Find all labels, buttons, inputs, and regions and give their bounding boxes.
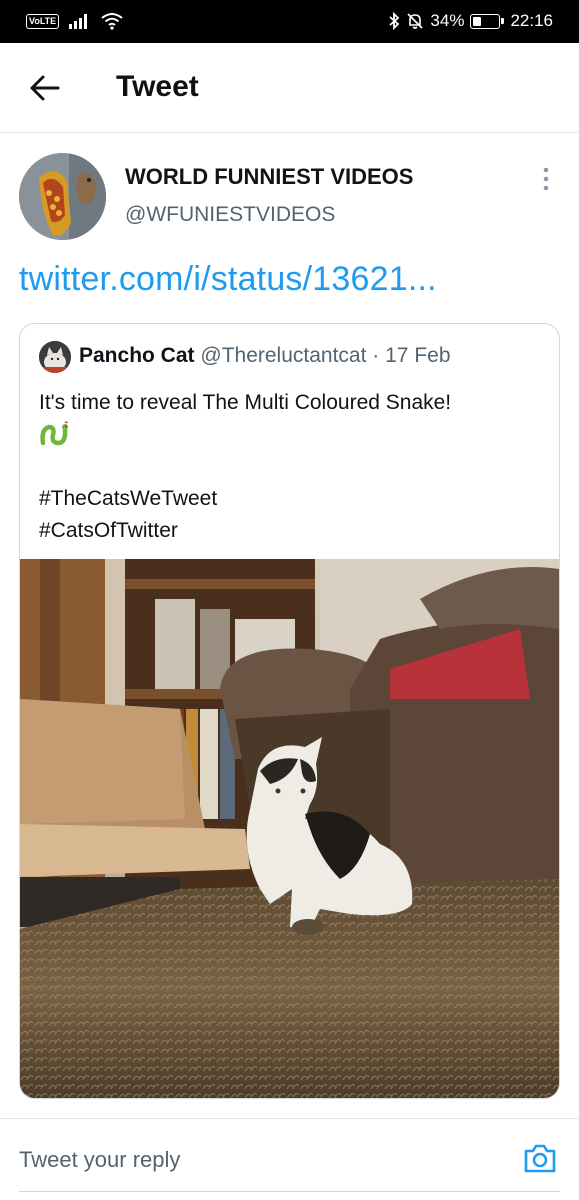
battery-level [473, 16, 482, 26]
tweet-status-link[interactable]: twitter.com/i/status/13621... [19, 260, 437, 299]
tweet-video[interactable] [20, 559, 559, 1098]
app-header: Tweet [0, 43, 579, 133]
signal-icon [69, 14, 88, 29]
reply-input[interactable]: Tweet your reply [19, 1147, 180, 1173]
battery-percent: 34% [430, 11, 465, 30]
snake-icon [40, 420, 69, 446]
more-vertical-icon[interactable] [536, 166, 556, 192]
wifi-icon [101, 13, 123, 30]
camera-icon[interactable] [523, 1141, 557, 1175]
hashtag-link[interactable]: #TheCatsWeTweet [39, 483, 217, 515]
quoted-author-handle[interactable]: @Thereluctantcat [200, 344, 366, 367]
author-avatar[interactable] [19, 153, 106, 240]
meta-separator: · [372, 344, 380, 367]
status-left: VoLTE [26, 11, 123, 31]
quoted-tweet-text: It's time to reveal The Multi Coloured S… [39, 391, 452, 414]
volte-badge: VoLTE [26, 13, 60, 29]
author-name[interactable]: WORLD FUNNIEST VIDEOS [125, 164, 413, 190]
clock: 22:16 [510, 11, 553, 30]
reply-bar: Tweet your reply [0, 1118, 579, 1200]
reply-underline [19, 1191, 560, 1192]
arrow-left-icon[interactable] [28, 73, 62, 103]
author-handle[interactable]: @WFUNIESTVIDEOS [125, 203, 335, 227]
status-bar: VoLTE 34% 22:16 [0, 0, 579, 43]
bluetooth-icon [389, 12, 400, 30]
quoted-tweet-card[interactable]: Pancho Cat @Thereluctantcat · 17 Feb It'… [19, 323, 560, 1099]
status-right: 34% 22:16 [388, 10, 553, 32]
quoted-tweet-header: Pancho Cat @Thereluctantcat · 17 Feb [79, 344, 451, 368]
quoted-author-name[interactable]: Pancho Cat [79, 344, 195, 367]
mute-bell-icon [407, 13, 424, 29]
quoted-tweet-date: 17 Feb [385, 344, 451, 367]
battery-icon [470, 13, 505, 29]
hashtag-link[interactable]: #CatsOfTwitter [39, 515, 178, 547]
quoted-author-avatar[interactable] [39, 341, 71, 373]
page-title: Tweet [116, 70, 199, 103]
